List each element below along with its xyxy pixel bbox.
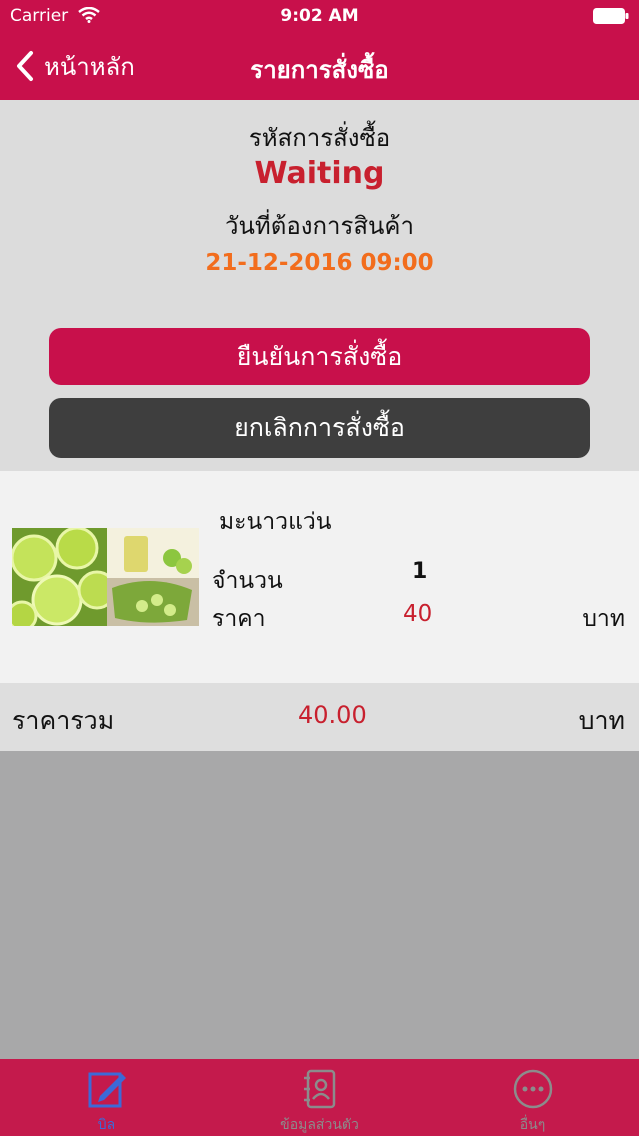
delivery-date-label: วันที่ต้องการสินค้า: [225, 212, 414, 240]
tab-bill-label: บิล: [97, 1117, 116, 1133]
price-unit: บาท: [582, 606, 625, 632]
tab-profile-label: ข้อมูลส่วนตัว: [280, 1117, 359, 1133]
price-value: 40: [403, 601, 433, 627]
header: Carrier 9:02 AM หน้าหลัก รายการสั่งซื้อ: [0, 0, 639, 100]
order-detail-screen: Carrier 9:02 AM หน้าหลัก รายการสั่งซื้อ: [0, 0, 639, 1136]
total-row: ราคารวม 40.00 บาท: [0, 683, 639, 751]
delivery-date-value: 21-12-2016 09:00: [205, 250, 434, 276]
back-label: หน้าหลัก: [44, 52, 135, 81]
order-status: Waiting: [254, 156, 385, 191]
chevron-left-icon: [17, 51, 33, 81]
back-button[interactable]: หน้าหลัก: [14, 46, 135, 86]
cancel-order-button[interactable]: ยกเลิกการสั่งซื้อ: [49, 398, 590, 458]
status-time: 9:02 AM: [280, 6, 359, 26]
tab-bar: บิล ข้อมูลส่วนตัว อื่นๆ: [0, 1059, 639, 1136]
tab-bill[interactable]: บิล: [0, 1059, 213, 1136]
status-bar: Carrier 9:02 AM: [0, 0, 639, 32]
order-summary: รหัสการสั่งซื้อ Waiting วันที่ต้องการสิน…: [0, 100, 639, 471]
nav-bar: หน้าหลัก รายการสั่งซื้อ: [0, 32, 639, 100]
tab-more[interactable]: อื่นๆ: [426, 1059, 639, 1136]
tab-profile[interactable]: ข้อมูลส่วนตัว: [213, 1059, 426, 1136]
confirm-order-button[interactable]: ยืนยันการสั่งซื้อ: [49, 328, 590, 385]
edit-icon: [88, 1072, 126, 1108]
tab-more-label: อื่นๆ: [519, 1117, 546, 1133]
total-value: 40.00: [298, 701, 367, 729]
quantity-label: จำนวน: [212, 568, 283, 594]
more-icon: [513, 1069, 552, 1109]
product-name: มะนาวแว่น: [219, 509, 332, 535]
order-code-label: รหัสการสั่งซื้อ: [248, 124, 391, 152]
price-label: ราคา: [212, 606, 266, 632]
quantity-value: 1: [412, 559, 428, 584]
contacts-icon: [303, 1069, 335, 1109]
total-label: ราคารวม: [12, 706, 115, 735]
lime-photo: [12, 528, 199, 626]
battery-icon: [593, 8, 629, 24]
total-unit: บาท: [578, 706, 625, 735]
list-item[interactable]: มะนาวแว่น จำนวน 1 ราคา 40 บาท: [0, 471, 639, 683]
product-image: [12, 528, 199, 626]
